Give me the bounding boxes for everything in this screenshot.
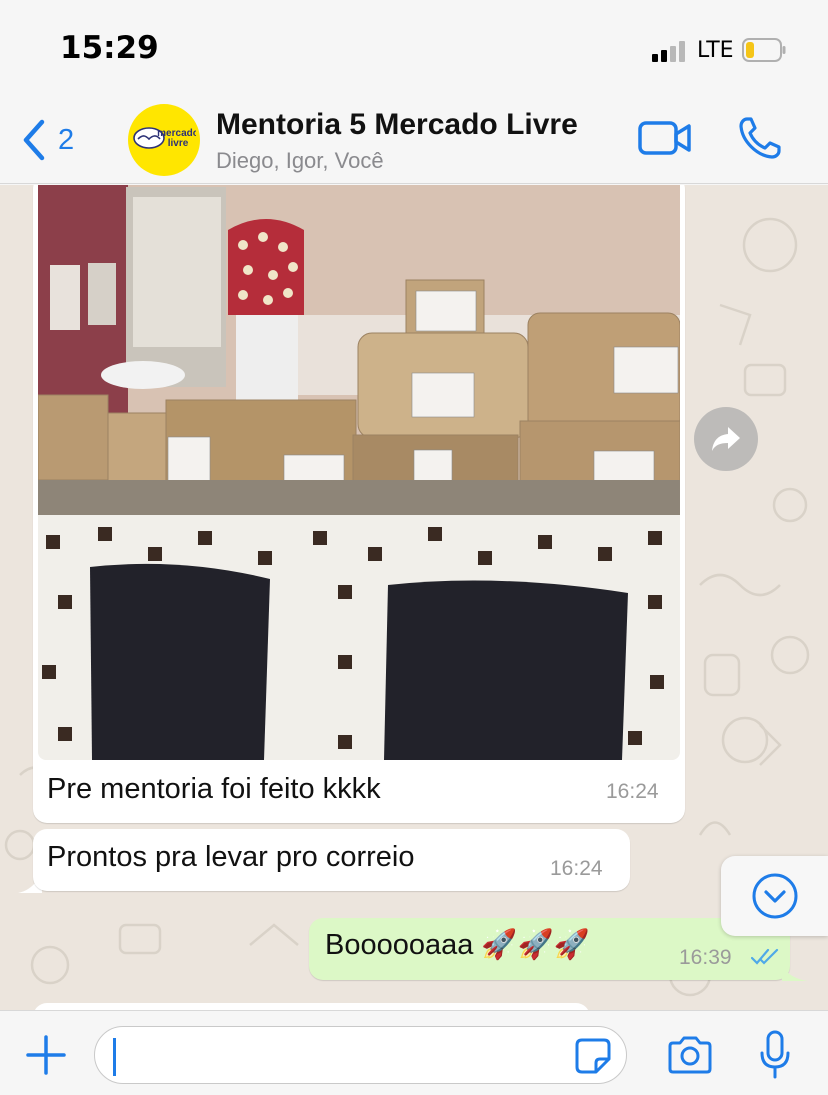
video-call-button[interactable]: [638, 120, 692, 156]
group-avatar[interactable]: mercado livre: [128, 104, 200, 176]
message-input[interactable]: [94, 1026, 627, 1084]
signal-strength-icon: [652, 40, 690, 62]
read-receipt-icon: [751, 948, 779, 965]
message-text: Boooooaaa 🚀🚀🚀: [325, 929, 590, 961]
partial-message[interactable]: [33, 1003, 590, 1010]
unread-count: 2: [58, 123, 75, 156]
packages-photo: [38, 185, 680, 760]
bubble-tail: [782, 965, 808, 981]
scroll-to-bottom-button[interactable]: [721, 856, 828, 936]
battery-icon: [742, 38, 786, 62]
sticker-icon[interactable]: [574, 1037, 612, 1075]
back-button[interactable]: 2: [22, 118, 92, 162]
chevron-left-icon: [23, 119, 45, 161]
sent-message[interactable]: Boooooaaa 🚀🚀🚀 16:39: [309, 918, 790, 980]
voice-call-button[interactable]: [738, 116, 782, 160]
message-time: 16:24: [550, 857, 603, 880]
message-caption: Pre mentoria foi feito kkkk: [47, 773, 381, 805]
chat-messages-area[interactable]: Pre mentoria foi feito kkkk 16:24 Pronto…: [0, 185, 828, 1010]
mercado-livre-logo: mercado livre: [133, 127, 196, 149]
chat-header: 2 mercado livre Mentoria 5 Mercado Livre…: [0, 96, 828, 184]
plus-icon[interactable]: [24, 1033, 68, 1077]
message-time: 16:39: [679, 946, 732, 969]
text-cursor: [113, 1038, 116, 1076]
network-type: LTE: [697, 38, 734, 63]
image-message[interactable]: Pre mentoria foi feito kkkk 16:24: [33, 185, 685, 823]
message-photo[interactable]: [38, 185, 680, 760]
svg-text:livre: livre: [168, 138, 189, 149]
forward-button[interactable]: [694, 407, 758, 471]
camera-icon[interactable]: [666, 1035, 714, 1075]
message-composer: [0, 1010, 828, 1095]
chat-participants[interactable]: Diego, Igor, Você: [216, 148, 384, 174]
chevron-down-circle-icon: [752, 873, 797, 919]
microphone-icon[interactable]: [758, 1029, 792, 1081]
message-time: 16:24: [606, 780, 659, 803]
status-time: 15:29: [60, 30, 159, 66]
forward-arrow-icon: [712, 427, 740, 451]
text-message[interactable]: Prontos pra levar pro correio 16:24: [33, 829, 630, 891]
status-bar: 15:29 LTE: [0, 0, 828, 96]
message-text: Prontos pra levar pro correio: [47, 841, 415, 873]
chat-title[interactable]: Mentoria 5 Mercado Livre: [216, 108, 578, 142]
